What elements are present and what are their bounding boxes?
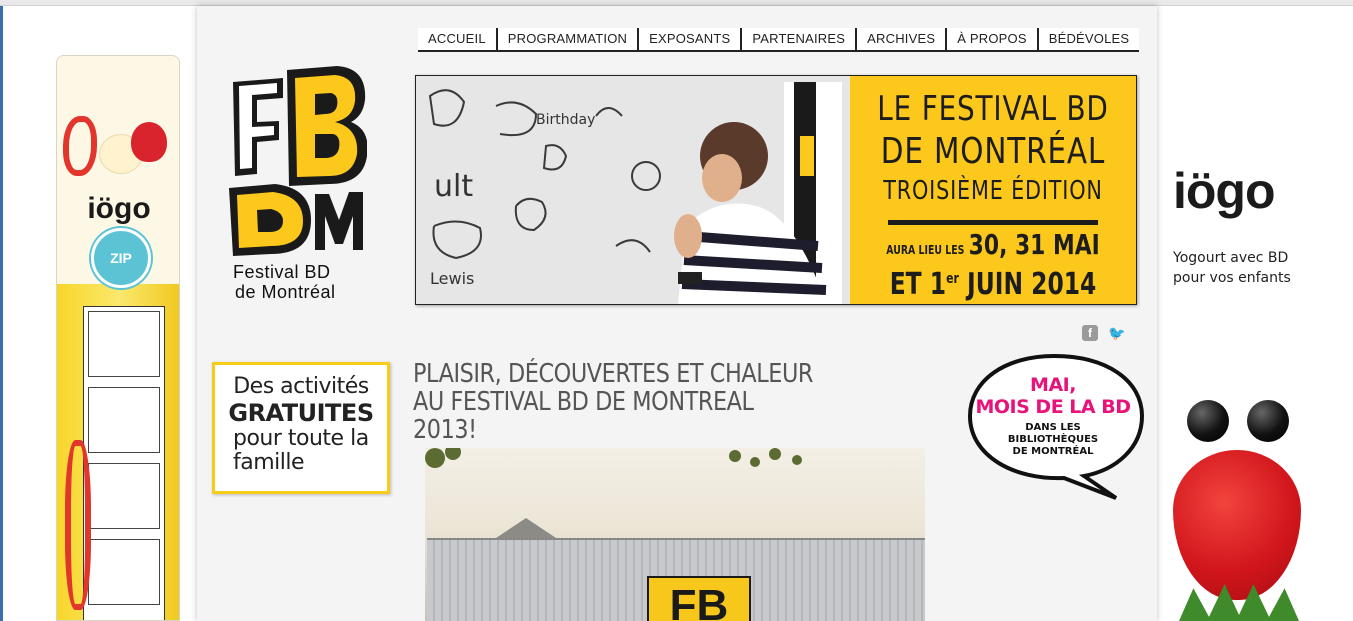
zip-badge: ZIP xyxy=(91,228,151,288)
bubble-subtitle: DANS LES BIBLIOTHÈQUES DE MONTRÉAL xyxy=(966,422,1140,458)
page: iögo ZIP ACCUEIL PROGRAMMATION EXPOSANTS… xyxy=(0,0,1353,621)
nav-link-exposants[interactable]: EXPOSANTS xyxy=(639,28,743,50)
free-activities-promo[interactable]: Des activités GRATUITES pour toute la fa… xyxy=(212,362,390,494)
banner-title-line2: DE MONTRÉAL xyxy=(880,131,1106,172)
ad-brand-logo: iögo xyxy=(1173,163,1276,219)
banner-edition: TROISIÈME ÉDITION xyxy=(883,176,1103,206)
logo-wordmark: Festival BD de Montréal xyxy=(233,262,373,302)
nav-link-archives[interactable]: ARCHIVES xyxy=(857,28,948,50)
banner-dates-prefix: AURA LIEU LES xyxy=(886,243,965,257)
fbdm-logo-mark xyxy=(229,66,367,256)
site-logo[interactable]: Festival BD de Montréal xyxy=(225,64,375,309)
article-photo[interactable]: FB xyxy=(425,448,925,621)
mois-de-la-bd-bubble[interactable]: MAI, MOIS DE LA BD DANS LES BIBLIOTHÈQUE… xyxy=(966,352,1148,502)
social-links: f 🐦 xyxy=(1082,325,1128,341)
pouch-brand-logo: iögo xyxy=(87,192,151,225)
nav-link-partenaires[interactable]: PARTENAIRES xyxy=(742,28,858,50)
banner-divider xyxy=(888,220,1098,225)
festival-banner[interactable]: ult Birthday Lewis LE FESTIVAL BD DE MON… xyxy=(415,75,1137,305)
promo-line2: GRATUITES xyxy=(228,399,374,427)
logo-line-festival: Festival BD xyxy=(233,262,331,282)
facebook-icon[interactable]: f xyxy=(1082,325,1098,341)
banner-date-sup: er xyxy=(946,271,959,287)
comic-panel xyxy=(88,387,160,453)
nav-link-programmation[interactable]: PROGRAMMATION xyxy=(497,28,640,50)
strawberry-eye-right xyxy=(1247,400,1289,442)
comic-panel xyxy=(88,539,160,605)
comic-strip xyxy=(83,306,165,620)
svg-text:Lewis: Lewis xyxy=(430,269,474,288)
article-headline[interactable]: PLAISIR, DÉCOUVERTES ET CHALEUR AU FESTI… xyxy=(413,360,817,444)
container-fb-sign: FB xyxy=(647,576,751,621)
nav-link-bedevoles[interactable]: BÉDÉVOLES xyxy=(1038,28,1140,50)
bubble-sub-line3: DE MONTRÉAL xyxy=(1012,446,1094,457)
bubble-title: MAI, MOIS DE LA BD xyxy=(966,374,1140,418)
banner-dates: 30, 31 MAI xyxy=(968,228,1100,261)
bubble-title-line1: MAI, xyxy=(1030,374,1076,396)
nav-link-a-propos[interactable]: À PROPOS xyxy=(947,28,1039,50)
left-advertisement[interactable]: iögo ZIP xyxy=(52,55,184,621)
twitter-icon[interactable]: 🐦 xyxy=(1106,325,1128,341)
yogurt-pouch-image: iögo ZIP xyxy=(56,55,180,621)
strawberry-eye-left xyxy=(1187,400,1229,442)
banner-date-et: ET 1 xyxy=(889,267,947,302)
browser-left-edge xyxy=(0,6,3,621)
bubble-sub-line1: DANS LES xyxy=(1025,422,1081,433)
pouch-ribbon-decoration xyxy=(65,440,91,610)
comic-panel xyxy=(88,463,160,529)
nav-link-accueil[interactable]: ACCUEIL xyxy=(418,28,498,50)
ad-tagline: Yogourt avec BD pour vos enfants xyxy=(1173,250,1291,286)
promo-line3: pour toute la xyxy=(233,426,369,451)
strawberry-image xyxy=(1173,450,1301,600)
pouch-ribbon-decoration xyxy=(63,116,97,176)
svg-text:ult: ult xyxy=(434,169,473,204)
comic-panel xyxy=(88,311,160,377)
banner-dates-line: AURA LIEU LES 30, 31 MAI xyxy=(881,230,1104,265)
svg-text:Birthday: Birthday xyxy=(536,112,595,128)
right-advertisement[interactable]: iögo Yogourt avec BD pour vos enfants xyxy=(1165,150,1335,621)
banner-title-line1: LE FESTIVAL BD xyxy=(877,89,1109,129)
main-navigation: ACCUEIL PROGRAMMATION EXPOSANTS PARTENAI… xyxy=(418,28,1140,52)
tree-foliage xyxy=(425,448,802,468)
bubble-title-line2: MOIS DE LA BD xyxy=(975,396,1131,418)
banner-dates-line2: ET 1er JUIN 2014 xyxy=(881,262,1104,302)
bubble-sub-line2: BIBLIOTHÈQUES xyxy=(1007,434,1099,445)
promo-line1: Des activités xyxy=(233,374,369,399)
banner-date-juin: JUIN 2014 xyxy=(967,267,1097,302)
banner-photo-child-drawing: ult Birthday Lewis xyxy=(416,76,850,304)
strawberry-illustration xyxy=(131,122,167,162)
logo-line-montreal: de Montréal xyxy=(235,282,336,302)
banner-text-box: LE FESTIVAL BD DE MONTRÉAL TROISIÈME ÉDI… xyxy=(850,76,1136,304)
promo-line4: famille xyxy=(233,450,305,475)
